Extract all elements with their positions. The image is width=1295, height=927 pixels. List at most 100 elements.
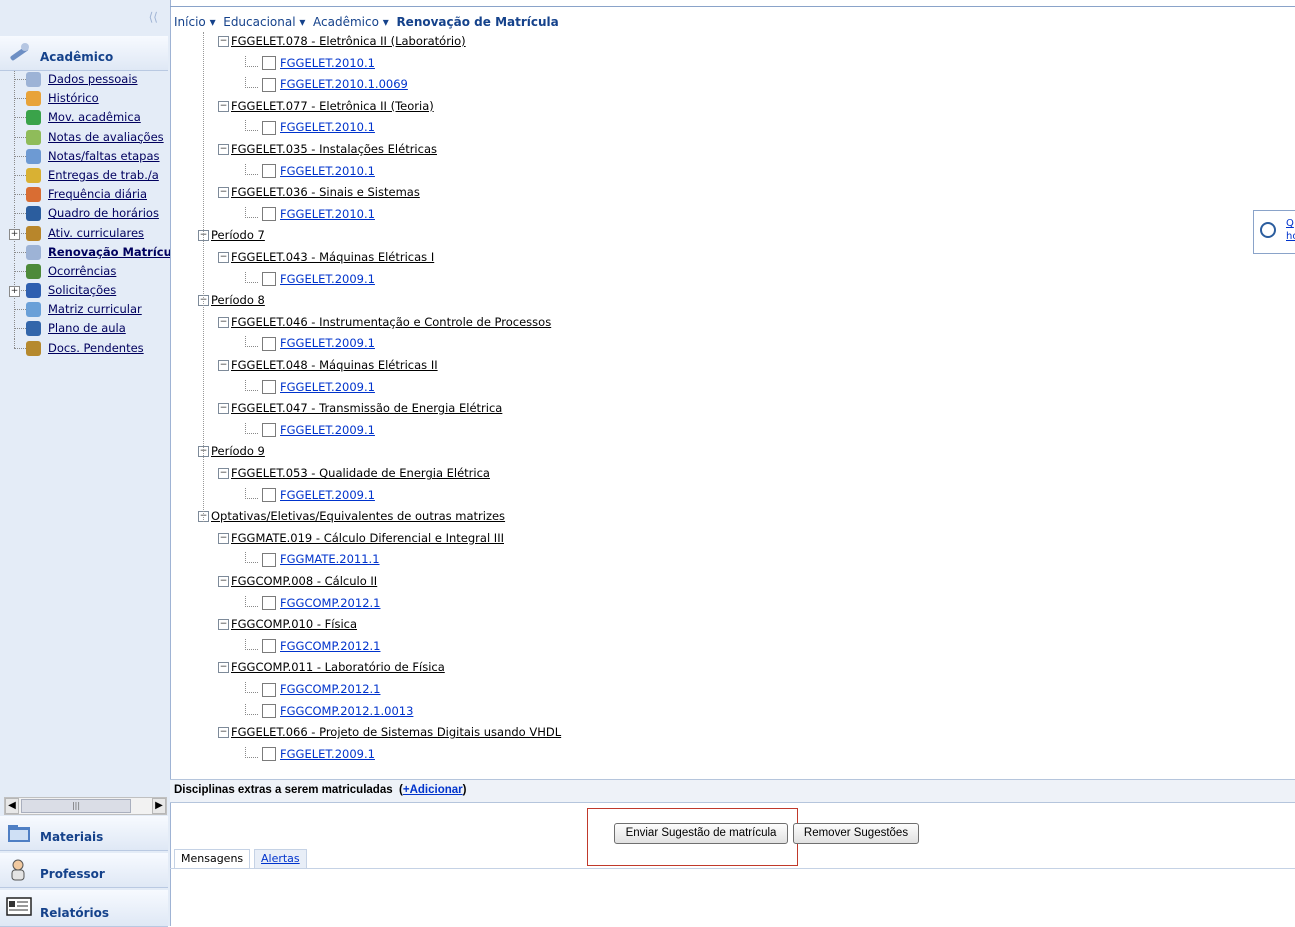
class-checkbox[interactable] [262, 488, 276, 503]
collapse-icon[interactable]: − [218, 662, 229, 674]
sidebar-item-label[interactable]: Docs. Pendentes [48, 341, 144, 355]
sidebar-item[interactable]: Notas/faltas etapas [0, 146, 170, 166]
class-checkbox[interactable] [262, 423, 276, 438]
add-extra-link[interactable]: +Adicionar [403, 784, 463, 796]
scroll-right-icon[interactable]: ▶ [152, 798, 166, 814]
class-link[interactable]: FGGELET.2010.1 [280, 56, 375, 70]
node-label[interactable]: Período 9 [211, 444, 265, 458]
sidebar-item-label[interactable]: Dados pessoais [48, 72, 138, 86]
sidebar-item-label[interactable]: Quadro de horários [48, 206, 159, 220]
collapse-icon[interactable]: − [218, 468, 229, 479]
node-label[interactable]: FGGMATE.019 - Cálculo Diferencial e Inte… [231, 531, 504, 545]
class-checkbox[interactable] [262, 77, 276, 92]
section-relatorios[interactable]: Relatórios [0, 890, 168, 927]
collapse-icon[interactable]: − [218, 316, 229, 328]
node-label[interactable]: FGGCOMP.010 - Física [231, 617, 357, 631]
sidebar-item[interactable]: Matriz curricular [0, 300, 170, 320]
sidebar-item-label[interactable]: Mov. acadêmica [48, 110, 141, 124]
breadcrumb-inicio[interactable]: Início ▾ [174, 15, 216, 29]
class-link[interactable]: FGGELET.2010.1.0069 [280, 77, 408, 91]
class-link[interactable]: FGGELET.2009.1 [280, 423, 375, 437]
schedule-shortcut-label[interactable]: Qho [1286, 217, 1295, 243]
node-label[interactable]: FGGELET.047 - Transmissão de Energia Elé… [231, 401, 502, 415]
node-label[interactable]: Período 8 [211, 293, 265, 307]
sidebar-item[interactable]: Docs. Pendentes [0, 338, 170, 358]
class-checkbox[interactable] [262, 207, 276, 222]
schedule-shortcut[interactable]: Qho [1253, 210, 1295, 254]
class-checkbox[interactable] [262, 56, 276, 71]
collapse-icon[interactable]: − [218, 252, 229, 263]
sidebar-item[interactable]: + Solicitações [0, 281, 170, 301]
sidebar-item-label[interactable]: Ativ. curriculares [48, 226, 144, 240]
sidebar-item-label[interactable]: Notas de avaliações [48, 130, 164, 144]
class-link[interactable]: FGGCOMP.2012.1 [280, 682, 380, 696]
collapse-icon[interactable]: − [218, 532, 229, 544]
node-label[interactable]: FGGELET.046 - Instrumentação e Controle … [231, 315, 551, 329]
class-checkbox[interactable] [262, 596, 276, 611]
class-link[interactable]: FGGELET.2010.1 [280, 207, 375, 221]
class-link[interactable]: FGGCOMP.2012.1.0013 [280, 704, 413, 718]
class-checkbox[interactable] [262, 552, 276, 567]
node-label[interactable]: Optativas/Eletivas/Equivalentes de outra… [211, 509, 505, 523]
node-label[interactable]: FGGELET.036 - Sinais e Sistemas [231, 185, 420, 199]
tab-mensagens[interactable]: Mensagens [174, 849, 251, 868]
class-link[interactable]: FGGELET.2009.1 [280, 747, 375, 761]
class-checkbox[interactable] [262, 704, 276, 719]
sidebar-item-label[interactable]: Entregas de trab./a [48, 168, 159, 182]
sidebar-item[interactable]: + Ativ. curriculares [0, 223, 170, 243]
class-checkbox[interactable] [262, 639, 276, 654]
sidebar-scrollbar[interactable]: ◀ ||| ▶ [4, 797, 167, 815]
class-link[interactable]: FGGCOMP.2012.1 [280, 596, 380, 610]
section-academico[interactable]: Acadêmico [0, 36, 168, 71]
node-label[interactable]: FGGELET.066 - Projeto de Sistemas Digita… [231, 725, 561, 739]
sidebar-item-label[interactable]: Plano de aula [48, 321, 126, 335]
class-link[interactable]: FGGELET.2010.1 [280, 120, 375, 134]
node-label[interactable]: FGGELET.077 - Eletrônica II (Teoria) [231, 99, 434, 113]
node-label[interactable]: FGGELET.048 - Máquinas Elétricas II [231, 358, 438, 372]
sidebar-item-label[interactable]: Renovação Matrícula [48, 245, 170, 259]
remove-suggestions-button[interactable]: Remover Sugestões [793, 823, 919, 844]
class-checkbox[interactable] [262, 747, 276, 762]
node-label[interactable]: FGGELET.035 - Instalações Elétricas [231, 142, 437, 156]
collapse-icon[interactable]: − [218, 144, 229, 155]
sidebar-item[interactable]: Plano de aula [0, 319, 170, 339]
sidebar-item[interactable]: Entregas de trab./a [0, 165, 170, 186]
collapse-icon[interactable]: − [218, 403, 229, 415]
sidebar-item[interactable]: Frequência diária [0, 185, 170, 205]
class-link[interactable]: FGGCOMP.2012.1 [280, 639, 380, 653]
scroll-left-icon[interactable]: ◀ [5, 798, 19, 814]
sidebar-item-label[interactable]: Frequência diária [48, 187, 147, 201]
class-checkbox[interactable] [262, 164, 276, 179]
collapse-icon[interactable]: − [218, 187, 229, 199]
collapse-icon[interactable]: − [218, 576, 229, 587]
sidebar-item[interactable]: Histórico [0, 89, 170, 109]
class-link[interactable]: FGGELET.2010.1 [280, 164, 375, 178]
sidebar-item[interactable]: Notas de avaliações [0, 127, 170, 147]
sidebar-item[interactable]: Quadro de horários [0, 204, 170, 224]
breadcrumb-academico[interactable]: Acadêmico ▾ [313, 15, 389, 29]
sidebar-item-label[interactable]: Solicitações [48, 283, 116, 297]
section-materiais[interactable]: Materiais [0, 816, 168, 851]
collapse-icon[interactable]: − [218, 360, 229, 371]
sidebar-item[interactable]: Dados pessoais [0, 70, 170, 90]
collapse-icon[interactable]: − [218, 727, 229, 739]
class-link[interactable]: FGGELET.2009.1 [280, 336, 375, 350]
node-label[interactable]: FGGCOMP.011 - Laboratório de Física [231, 660, 445, 674]
sidebar-item-label[interactable]: Notas/faltas etapas [48, 149, 160, 163]
send-suggestion-button[interactable]: Enviar Sugestão de matrícula [614, 823, 788, 844]
sidebar-item[interactable]: Renovação Matrícula [0, 242, 170, 262]
node-label[interactable]: FGGELET.053 - Qualidade de Energia Elétr… [231, 466, 490, 480]
collapse-sidebar-icon[interactable]: ⟨⟨ [149, 10, 158, 24]
class-link[interactable]: FGGELET.2009.1 [280, 488, 375, 502]
collapse-icon[interactable]: − [218, 36, 229, 47]
class-link[interactable]: FGGMATE.2011.1 [280, 552, 380, 566]
sidebar-item-label[interactable]: Matriz curricular [48, 302, 142, 316]
sidebar-item-label[interactable]: Ocorrências [48, 264, 116, 278]
class-checkbox[interactable] [262, 380, 276, 395]
sidebar-item[interactable]: Mov. acadêmica [0, 108, 170, 128]
section-professor[interactable]: Professor [0, 853, 168, 888]
collapse-icon[interactable]: − [218, 619, 229, 631]
tab-alertas[interactable]: Alertas [254, 849, 307, 868]
scroll-thumb[interactable]: ||| [21, 799, 131, 813]
expand-icon[interactable]: + [9, 286, 20, 298]
